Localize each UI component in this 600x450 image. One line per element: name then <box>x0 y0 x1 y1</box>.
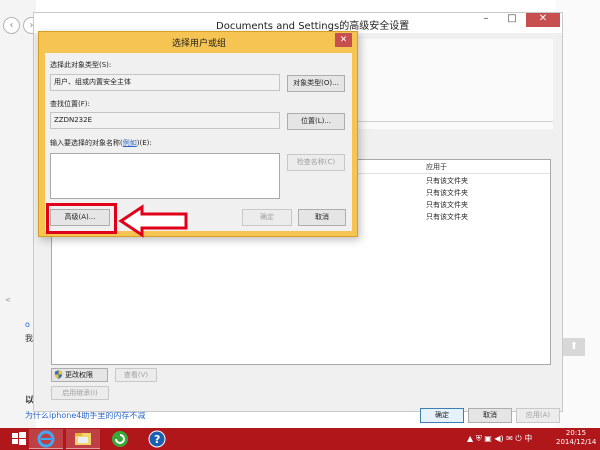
svg-text:?: ? <box>154 433 160 446</box>
internet-explorer-icon <box>37 430 55 448</box>
enable-inheritance-button[interactable]: 启用继承(I) <box>51 386 109 400</box>
apply-button[interactable]: 应用(A) <box>516 408 560 423</box>
location-label: 查找位置(F): <box>50 100 90 108</box>
change-permissions-label: 更改权限 <box>65 371 93 379</box>
close-icon[interactable]: ✕ <box>526 13 560 27</box>
taskbar-ie[interactable] <box>29 429 63 449</box>
arrow-left-icon <box>118 204 188 238</box>
object-types-button[interactable]: 对象类型(O)... <box>287 75 345 92</box>
dialog-close-icon[interactable]: ✕ <box>335 33 352 47</box>
window-title: Documents and Settings的高级安全设置 <box>216 21 410 32</box>
taskbar: ? ▲ ⛨ ▣ ◀) ✉ ⏻ 中 20:15 2014/12/14 <box>0 428 600 450</box>
scroll-top-icon[interactable]: ⬆ <box>563 338 585 356</box>
shield-icon <box>54 370 63 379</box>
background-left-pane <box>0 0 36 428</box>
dialog-titlebar[interactable]: 选择用户或组 ✕ <box>39 32 357 52</box>
highlight-box <box>46 203 117 234</box>
permission-row-applies-to[interactable]: 只有该文件夹 <box>426 188 468 198</box>
background-link[interactable]: o <box>25 320 30 329</box>
permission-row-applies-to[interactable]: 只有该文件夹 <box>426 212 468 222</box>
object-names-label-suffix: )(E): <box>136 139 152 147</box>
system-tray-icons[interactable]: ▲ ⛨ ▣ ◀) ✉ ⏻ 中 <box>467 433 532 444</box>
clock-date: 2014/12/14 <box>556 438 597 446</box>
minimize-icon[interactable]: – <box>474 13 498 27</box>
object-type-label: 选择此对象类型(S): <box>50 61 112 69</box>
ok-button[interactable]: 确定 <box>420 408 464 423</box>
locations-button[interactable]: 位置(L)... <box>287 113 345 130</box>
background-scroll-mark: < <box>5 296 11 304</box>
change-permissions-button[interactable]: 更改权限 <box>51 368 108 382</box>
object-names-input[interactable] <box>50 153 280 199</box>
background-text: 我 <box>25 334 33 343</box>
help-icon: ? <box>148 430 166 448</box>
location-field: ZZDN232E <box>50 112 280 129</box>
maximize-icon[interactable]: □ <box>500 13 524 27</box>
folder-icon <box>75 433 91 445</box>
clock[interactable]: 20:15 2014/12/14 <box>556 429 596 447</box>
taskbar-file-explorer[interactable] <box>66 429 100 449</box>
view-button[interactable]: 查看(V) <box>115 368 157 382</box>
dialog-cancel-button[interactable]: 取消 <box>298 209 346 226</box>
clock-time: 20:15 <box>565 429 587 437</box>
window-titlebar: Documents and Settings的高级安全设置 – □ ✕ <box>34 13 562 33</box>
permission-row-applies-to[interactable]: 只有该文件夹 <box>426 176 468 186</box>
applies-to-column-header[interactable]: 应用于 <box>426 162 447 172</box>
object-names-label: 输入要选择的对象名称(例如)(E): <box>50 138 152 148</box>
check-names-button[interactable]: 检查名称(C) <box>287 154 345 171</box>
back-icon[interactable]: ‹ <box>3 17 20 34</box>
object-names-label-prefix: 输入要选择的对象名称( <box>50 139 123 147</box>
taskbar-app[interactable] <box>103 429 137 449</box>
examples-link[interactable]: 例如 <box>123 139 137 147</box>
refresh-app-icon <box>112 431 128 447</box>
dialog-title: 选择用户或组 <box>172 39 227 49</box>
permission-row-applies-to[interactable]: 只有该文件夹 <box>426 200 468 210</box>
taskbar-help[interactable]: ? <box>140 429 174 449</box>
cancel-button[interactable]: 取消 <box>468 408 512 423</box>
dialog-ok-button[interactable]: 确定 <box>242 209 292 226</box>
object-type-field: 用户、组或内置安全主体 <box>50 74 280 91</box>
